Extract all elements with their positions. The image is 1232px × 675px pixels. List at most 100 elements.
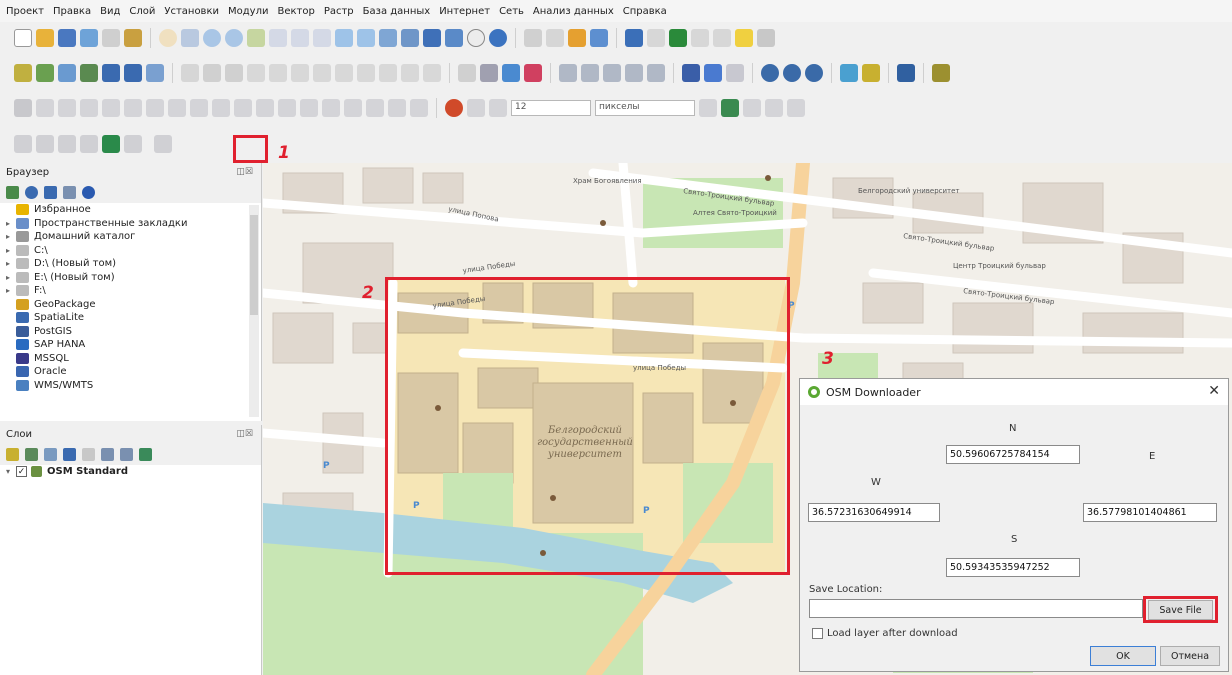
- zoom-native-icon[interactable]: [313, 29, 331, 47]
- extra-plugin-icon[interactable]: [932, 64, 950, 82]
- filter-legend-icon[interactable]: [63, 447, 76, 461]
- menu-processing[interactable]: Анализ данных: [533, 6, 614, 17]
- north-input[interactable]: [946, 445, 1080, 464]
- diagram-icon[interactable]: [559, 64, 577, 82]
- new-3d-view-icon[interactable]: [401, 29, 419, 47]
- pan-to-selection-icon[interactable]: [181, 29, 199, 47]
- rotate-feature-icon[interactable]: [366, 99, 384, 117]
- layer-row[interactable]: ▾ ✓ OSM Standard: [6, 465, 261, 479]
- label-move-icon[interactable]: [581, 64, 599, 82]
- zoom-last-icon[interactable]: [335, 29, 353, 47]
- tips-icon[interactable]: [735, 29, 753, 47]
- browser-scrollbar[interactable]: [249, 205, 259, 417]
- zoom-full-icon[interactable]: [247, 29, 265, 47]
- bookmark-icon[interactable]: [423, 29, 441, 47]
- menu-vector[interactable]: Вектор: [277, 6, 314, 17]
- menu-settings[interactable]: Установки: [164, 6, 219, 17]
- raster-calc-icon[interactable]: [14, 135, 32, 153]
- browser-item[interactable]: ▸ C:\: [6, 244, 261, 258]
- python-icon[interactable]: [840, 64, 858, 82]
- filter-icon[interactable]: [44, 185, 57, 199]
- expand-icon[interactable]: ▸: [6, 232, 16, 241]
- add-delimited-icon[interactable]: [102, 64, 120, 82]
- save-edits-icon[interactable]: [225, 64, 243, 82]
- snapping-icon[interactable]: [445, 99, 463, 117]
- advanced-digitize-icon[interactable]: [14, 99, 32, 117]
- paste-icon[interactable]: [379, 64, 397, 82]
- expand-all-icon[interactable]: [101, 447, 114, 461]
- browser-item[interactable]: SpatiaLite: [6, 311, 261, 325]
- field-calculator-icon[interactable]: [691, 29, 709, 47]
- refresh-icon[interactable]: [489, 29, 507, 47]
- refresh-icon[interactable]: [25, 185, 38, 199]
- menu-web[interactable]: Интернет: [439, 6, 490, 17]
- copy-icon[interactable]: [357, 64, 375, 82]
- menu-edit[interactable]: Правка: [53, 6, 91, 17]
- undo-icon[interactable]: [401, 64, 419, 82]
- redo-icon[interactable]: [423, 64, 441, 82]
- copy-move-icon[interactable]: [344, 99, 362, 117]
- cancel-button[interactable]: Отмена: [1160, 646, 1220, 666]
- zoom-selection-icon[interactable]: [269, 29, 287, 47]
- browser-item[interactable]: GeoPackage: [6, 298, 261, 312]
- properties-icon[interactable]: [82, 185, 95, 199]
- identify-icon[interactable]: [524, 29, 542, 47]
- osm-plugin-icon[interactable]: [783, 64, 801, 82]
- add-ring-icon[interactable]: [36, 99, 54, 117]
- add-raster-icon[interactable]: [58, 64, 76, 82]
- vector-tools-icon[interactable]: [58, 135, 76, 153]
- manage-themes-icon[interactable]: [44, 447, 57, 461]
- multi-edit-icon[interactable]: [291, 64, 309, 82]
- units-dropdown-icon[interactable]: [699, 99, 717, 117]
- cut-icon[interactable]: [335, 64, 353, 82]
- menu-mesh[interactable]: Сеть: [499, 6, 524, 17]
- add-selected-icon[interactable]: [6, 185, 19, 199]
- menu-database[interactable]: База данных: [363, 6, 431, 17]
- add-virtual-icon[interactable]: [146, 64, 164, 82]
- edit-pencil-icon[interactable]: [203, 64, 221, 82]
- expand-icon[interactable]: ▸: [6, 286, 16, 295]
- save-as-icon[interactable]: [80, 29, 98, 47]
- open-project-icon[interactable]: [36, 29, 54, 47]
- panel-controls-icon[interactable]: ◫☒: [236, 429, 261, 439]
- style-manager-icon[interactable]: [124, 29, 142, 47]
- expand-icon[interactable]: ▸: [6, 219, 16, 228]
- search-icon[interactable]: [757, 29, 775, 47]
- plugin-manager-icon[interactable]: [862, 64, 880, 82]
- browser-item[interactable]: Избранное: [6, 203, 261, 217]
- east-input[interactable]: [1083, 503, 1217, 522]
- db-manager-icon[interactable]: [704, 64, 722, 82]
- zoom-in-icon[interactable]: [203, 29, 221, 47]
- browser-item[interactable]: WMS/WMTS: [6, 379, 261, 393]
- close-icon[interactable]: ✕: [1208, 383, 1220, 399]
- menu-layer[interactable]: Слой: [129, 6, 155, 17]
- layer-checkbox[interactable]: ✓: [16, 466, 27, 478]
- delete-selected-icon[interactable]: [313, 64, 331, 82]
- measure-icon[interactable]: [590, 29, 608, 47]
- browser-item[interactable]: ▸ D:\ (Новый том): [6, 257, 261, 271]
- reshape-icon[interactable]: [146, 99, 164, 117]
- show-bookmarks-icon[interactable]: [445, 29, 463, 47]
- text-annotation-icon[interactable]: [467, 99, 485, 117]
- help-icon[interactable]: [897, 64, 915, 82]
- raster-align-icon[interactable]: [36, 135, 54, 153]
- save-project-icon[interactable]: [58, 29, 76, 47]
- collapse-all-icon[interactable]: [63, 185, 76, 199]
- label-show-icon[interactable]: [647, 64, 665, 82]
- delete-part-icon[interactable]: [124, 99, 142, 117]
- split-features-icon[interactable]: [190, 99, 208, 117]
- deselect-icon[interactable]: [568, 29, 586, 47]
- add-group-icon[interactable]: [25, 447, 38, 461]
- shape-digitize-icon[interactable]: [721, 99, 739, 117]
- shape-regular-icon[interactable]: [787, 99, 805, 117]
- fill-ring-icon[interactable]: [80, 99, 98, 117]
- browser-item[interactable]: PostGIS: [6, 325, 261, 339]
- label-highlight-icon[interactable]: [524, 64, 542, 82]
- statistics-icon[interactable]: [713, 29, 731, 47]
- georeferencer-icon[interactable]: [761, 64, 779, 82]
- filter-expression-icon[interactable]: [82, 447, 95, 461]
- browser-item[interactable]: ▸ Пространственные закладки: [6, 217, 261, 231]
- add-vector-icon[interactable]: [36, 64, 54, 82]
- menu-view[interactable]: Вид: [100, 6, 120, 17]
- merge-attributes-icon[interactable]: [256, 99, 274, 117]
